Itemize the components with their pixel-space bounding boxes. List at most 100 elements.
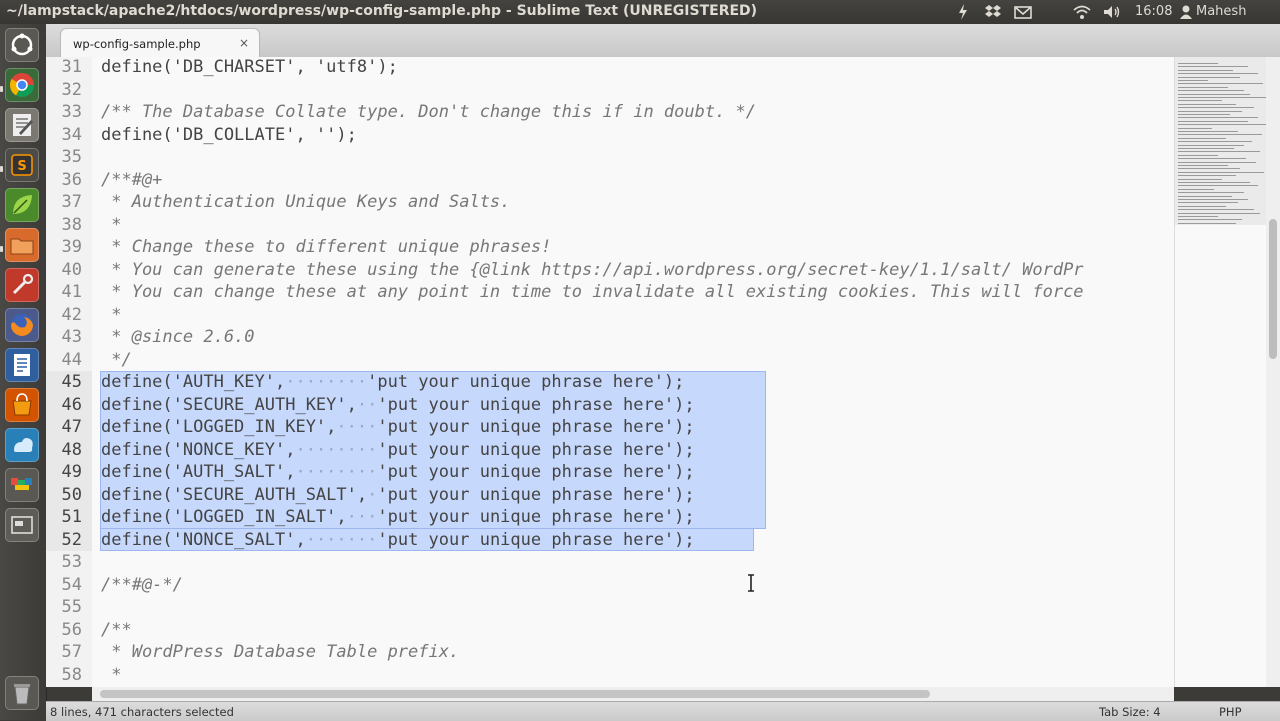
text-editor-icon[interactable]	[5, 108, 39, 142]
code-line: * Change these to different unique phras…	[101, 237, 552, 257]
minimap-line	[1178, 175, 1236, 177]
line-number: 56	[61, 619, 82, 640]
minimap-line	[1178, 63, 1218, 64]
minimap-line	[1178, 86, 1228, 88]
minimap-line	[1178, 222, 1236, 224]
code-line: */	[101, 349, 132, 370]
minimap-line	[1178, 73, 1258, 75]
tab-wp-config-sample[interactable]: wp-config-sample.php ×	[60, 28, 260, 58]
launcher: S	[0, 24, 47, 720]
line-number: 55	[61, 597, 82, 617]
line-number: 47	[46, 416, 92, 439]
horizontal-scrollbar[interactable]	[92, 687, 1174, 701]
minimap-line	[1178, 76, 1240, 78]
code-line: define('AUTH_KEY',········'put your uniq…	[101, 372, 685, 392]
minimap-line	[1178, 219, 1242, 221]
line-number: 54	[61, 574, 82, 595]
color-apps-icon[interactable]	[5, 468, 39, 502]
code-line: /**	[101, 619, 132, 640]
minimap-line	[1178, 107, 1254, 109]
text-cursor-icon	[748, 574, 754, 592]
software-center-icon[interactable]	[5, 388, 39, 422]
document-writer-icon[interactable]	[5, 348, 39, 382]
minimap-line	[1178, 134, 1262, 136]
running-indicator	[0, 166, 3, 172]
firefox-icon[interactable]	[5, 308, 39, 342]
code-line: * Authentication Unique Keys and Salts.	[101, 192, 511, 212]
line-number: 52	[46, 528, 92, 551]
dash-home-icon[interactable]	[5, 28, 39, 62]
minimap-line	[1178, 100, 1222, 102]
line-number: 43	[61, 327, 82, 347]
code-line: define('AUTH_SALT',········'put your uni…	[101, 462, 695, 482]
minimap-line	[1178, 158, 1246, 160]
tab-size-button[interactable]: Tab Size: 4	[1099, 705, 1161, 719]
line-number: 36	[61, 169, 82, 190]
code-line: /** The Database Collate type. Don't cha…	[101, 102, 757, 122]
minimap-line	[1178, 114, 1230, 115]
window-title: ~/lampstack/apache2/htdocs/wordpress/wp-…	[6, 3, 758, 19]
minimap-line	[1178, 148, 1234, 149]
minimap-line	[1178, 171, 1264, 173]
chrome-icon[interactable]	[5, 68, 39, 102]
minimap-line	[1178, 182, 1250, 183]
vertical-scrollbar[interactable]	[1266, 57, 1280, 687]
line-number: 53	[61, 552, 82, 572]
line-number: 35	[61, 147, 82, 167]
close-icon[interactable]: ×	[239, 36, 249, 50]
horizontal-scroll-thumb[interactable]	[100, 690, 930, 698]
sublime-text-icon[interactable]: S	[5, 148, 39, 182]
syntax-button[interactable]: PHP	[1219, 705, 1242, 719]
minimap-line	[1178, 69, 1233, 71]
minimap-line	[1178, 80, 1208, 81]
code-line: *	[101, 214, 122, 235]
user-icon[interactable]	[1180, 3, 1192, 21]
minimap[interactable]	[1174, 57, 1268, 687]
minimap-line	[1178, 66, 1248, 68]
code-editor[interactable]: 31 32 33 34 35 36 37 38 39 40 41 42 43 44 45 46 47 48 49 50…	[46, 57, 1174, 687]
code-line: define('LOGGED_IN_KEY',····'put your uni…	[101, 417, 695, 437]
vertical-scroll-thumb[interactable]	[1269, 219, 1277, 359]
line-number: 32	[61, 79, 82, 100]
line-number: 34	[61, 124, 82, 145]
code-line: *	[101, 304, 122, 325]
minimap-line	[1178, 212, 1260, 214]
keyboard-icon[interactable]	[956, 3, 970, 21]
minimap-line	[1178, 188, 1214, 190]
code-line: /**#@-*/	[101, 574, 183, 595]
minimap-line	[1178, 127, 1212, 129]
line-number: 46	[46, 393, 92, 416]
user-name[interactable]: Mahesh	[1196, 3, 1246, 21]
dropbox-icon[interactable]	[984, 3, 1002, 21]
code-line: * You can change these at any point in t…	[101, 282, 1084, 302]
code-line: * You can generate these using the {@lin…	[101, 259, 1084, 280]
settings-tools-icon[interactable]	[5, 268, 39, 302]
volume-icon[interactable]	[1102, 3, 1122, 21]
line-number: 57	[61, 642, 82, 662]
line-number: 39	[61, 237, 82, 257]
running-indicator	[0, 246, 3, 252]
minimap-line	[1178, 83, 1263, 85]
code-line: define('LOGGED_IN_SALT',···'put your uni…	[101, 507, 695, 527]
line-number: 31	[61, 57, 82, 77]
minimap-line	[1178, 117, 1258, 119]
line-number: 50	[46, 483, 92, 506]
line-number: 44	[61, 349, 82, 370]
minimap-line	[1178, 209, 1254, 211]
clock[interactable]: 16:08	[1135, 3, 1172, 21]
code-line: /**#@+	[101, 169, 163, 190]
mail-icon[interactable]	[1014, 3, 1032, 21]
workspace-switcher-icon[interactable]	[5, 508, 39, 542]
leaf-app-icon[interactable]	[5, 188, 39, 222]
minimap-line	[1178, 141, 1252, 143]
code-line: *	[101, 664, 122, 685]
line-number: 51	[46, 506, 92, 529]
status-bar: 8 lines, 471 characters selected Tab Siz…	[46, 701, 1280, 721]
ubuntu-one-icon[interactable]	[5, 428, 39, 462]
wifi-icon[interactable]	[1072, 3, 1092, 21]
trash-icon[interactable]	[5, 676, 39, 710]
minimap-line	[1178, 110, 1242, 112]
line-number: 49	[46, 461, 92, 484]
files-folder-icon[interactable]	[5, 228, 39, 262]
code-line: define('NONCE_SALT',·······'put your uni…	[101, 529, 695, 550]
